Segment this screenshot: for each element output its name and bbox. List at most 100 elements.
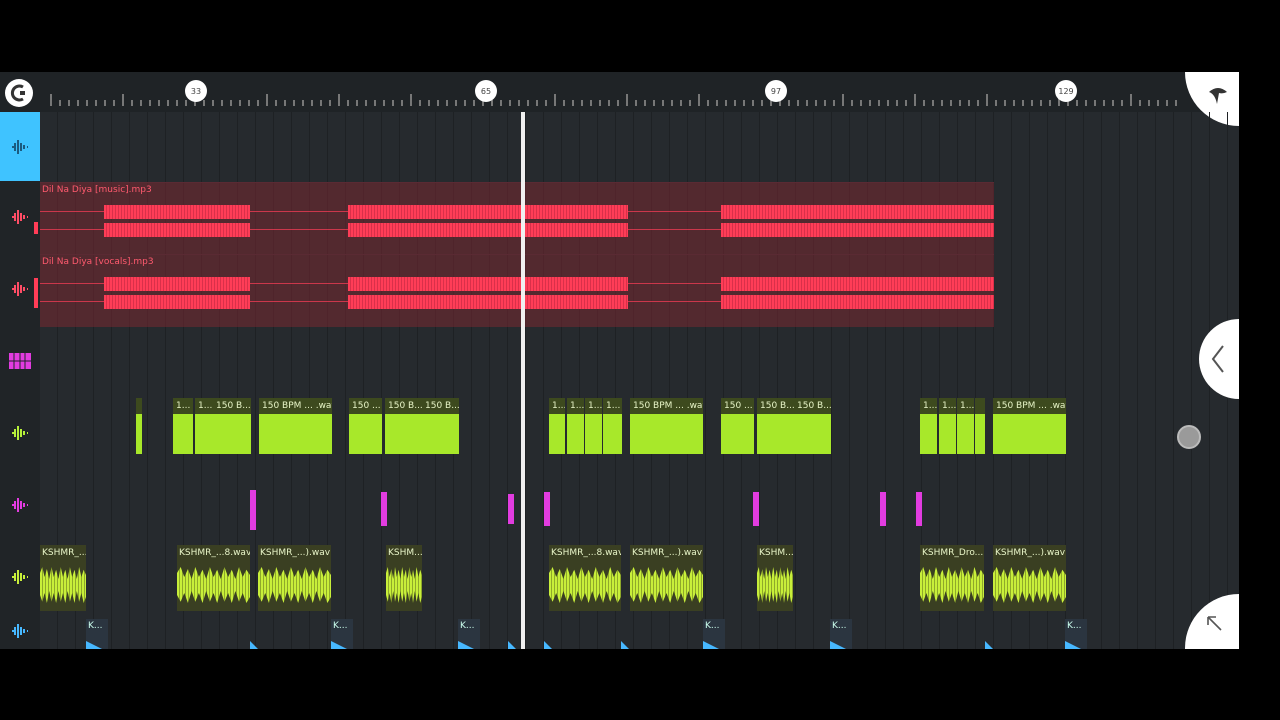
kick-clip[interactable]: K... bbox=[86, 619, 108, 649]
clip-label: 150 B... bbox=[757, 398, 794, 414]
kshmr-clip[interactable]: KSHM... bbox=[386, 545, 422, 611]
kick-clip[interactable]: K... bbox=[458, 619, 480, 649]
loop-clip[interactable]: 150 B... bbox=[757, 398, 794, 454]
loop-clip[interactable]: 150 BPM ... .wav bbox=[993, 398, 1066, 454]
clip-label: 150 ... bbox=[721, 398, 754, 414]
ruler-tick bbox=[167, 100, 169, 106]
kick-hit[interactable] bbox=[250, 641, 258, 649]
audio-clip-music[interactable]: Dil Na Diya [music].mp3 bbox=[40, 182, 994, 255]
kick-clip[interactable]: K... bbox=[703, 619, 725, 649]
ruler-tick bbox=[617, 100, 619, 106]
perc-hit[interactable] bbox=[916, 492, 922, 526]
loop-clip[interactable]: 1... bbox=[567, 398, 584, 454]
kshmr-clip[interactable]: KSHMR_...).wav bbox=[993, 545, 1066, 611]
loop-clip[interactable]: 150 BPM ... .wav bbox=[259, 398, 332, 454]
ruler-tick bbox=[428, 100, 430, 106]
kick-waveform bbox=[458, 641, 474, 649]
kick-hit[interactable] bbox=[544, 641, 552, 649]
track-music-button[interactable] bbox=[0, 181, 40, 253]
ruler-tick bbox=[131, 100, 133, 106]
ruler-tick bbox=[860, 100, 862, 106]
clip-waveform bbox=[258, 567, 331, 603]
track-loops-button[interactable] bbox=[0, 397, 40, 469]
perc-hit[interactable] bbox=[381, 492, 387, 526]
timeline-ruler[interactable]: 33 65 97 129 bbox=[0, 72, 1239, 112]
ruler-tick bbox=[185, 100, 187, 106]
ruler-tick bbox=[203, 100, 205, 106]
loop-clip[interactable]: 1... bbox=[195, 398, 215, 454]
kshmr-clip[interactable]: KSHMR_Dro... bbox=[920, 545, 984, 611]
snap-button[interactable] bbox=[5, 79, 33, 107]
perc-hit[interactable] bbox=[544, 492, 550, 526]
audio-clip-vocals[interactable]: Dil Na Diya [vocals].mp3 bbox=[40, 254, 994, 327]
ruler-tick bbox=[230, 100, 232, 106]
track-pattern-button[interactable] bbox=[0, 325, 40, 397]
playhead[interactable] bbox=[521, 112, 525, 649]
kick-clip[interactable]: K... bbox=[1065, 619, 1087, 649]
ruler-tick bbox=[761, 100, 763, 106]
loop-clip[interactable]: 1... bbox=[549, 398, 565, 454]
ruler-tick bbox=[401, 100, 403, 106]
loop-clip[interactable]: 150 B... bbox=[422, 398, 459, 454]
perc-hit[interactable] bbox=[880, 492, 886, 526]
loop-clip[interactable] bbox=[975, 398, 985, 454]
loop-clip[interactable]: 150 BPM ... .wav bbox=[630, 398, 703, 454]
kshmr-clip[interactable]: KSHMR_...).wav bbox=[258, 545, 331, 611]
arrow-up-left-icon bbox=[1207, 616, 1222, 631]
loop-clip[interactable]: 1... bbox=[603, 398, 622, 454]
perc-hit[interactable] bbox=[250, 490, 256, 530]
clip-waveform bbox=[993, 567, 1066, 603]
loop-clip[interactable]: 1... bbox=[920, 398, 937, 454]
chevron-left-icon bbox=[1211, 345, 1224, 373]
clip-label: Dil Na Diya [vocals].mp3 bbox=[42, 257, 154, 267]
loop-clip[interactable]: 1... bbox=[585, 398, 602, 454]
loop-clip[interactable]: 1... bbox=[939, 398, 956, 454]
clip-label: 150 BPM ... .wav bbox=[993, 398, 1066, 414]
loop-clip[interactable]: 150 B... bbox=[213, 398, 251, 454]
kshmr-clip[interactable]: KSHM... bbox=[757, 545, 793, 611]
perc-hit[interactable] bbox=[508, 494, 514, 524]
scroll-knob[interactable] bbox=[1177, 425, 1201, 449]
kshmr-clip[interactable]: KSHMR_... bbox=[40, 545, 86, 611]
track-selector-active[interactable] bbox=[0, 112, 40, 181]
clip-label: KSHM... bbox=[759, 548, 793, 558]
kick-waveform bbox=[86, 641, 102, 649]
loop-clip[interactable]: 150 ... bbox=[721, 398, 754, 454]
ruler-tick bbox=[68, 100, 70, 106]
ruler-tick bbox=[752, 100, 754, 106]
ruler-tick bbox=[1103, 100, 1105, 106]
pattern-grid-icon bbox=[9, 353, 31, 369]
ruler-tick bbox=[635, 100, 637, 106]
waveform-icon bbox=[12, 282, 28, 296]
track-kshmr-button[interactable] bbox=[0, 541, 40, 613]
kick-hit[interactable] bbox=[621, 641, 629, 649]
loop-clip[interactable]: 150 ... bbox=[349, 398, 382, 454]
kick-hit[interactable] bbox=[985, 641, 993, 649]
ruler-tick bbox=[950, 100, 952, 106]
perc-hit[interactable] bbox=[753, 492, 759, 526]
kick-hit[interactable] bbox=[508, 641, 516, 649]
track-kicks-button[interactable] bbox=[0, 613, 40, 649]
clip-label: KSHMR_...).wav bbox=[632, 548, 703, 558]
bar-marker-129[interactable]: 129 bbox=[1055, 80, 1077, 102]
clip-label: 150 ... bbox=[349, 398, 382, 414]
loop-clip[interactable]: 1... bbox=[173, 398, 193, 454]
bar-marker-97[interactable]: 97 bbox=[765, 80, 787, 102]
kshmr-clip[interactable]: KSHMR_...8.wav bbox=[177, 545, 250, 611]
kick-clip[interactable]: K... bbox=[331, 619, 353, 649]
loop-clip[interactable]: 150 B... bbox=[385, 398, 422, 454]
track-level-meter bbox=[34, 278, 38, 308]
ruler-tick bbox=[986, 94, 988, 106]
loop-clip[interactable]: 1... bbox=[957, 398, 974, 454]
track-perc-button[interactable] bbox=[0, 469, 40, 541]
kick-clip[interactable]: K... bbox=[830, 619, 852, 649]
bar-marker-33[interactable]: 33 bbox=[185, 80, 207, 102]
ruler-tick bbox=[311, 100, 313, 106]
loop-clip[interactable]: 150 B... bbox=[794, 398, 831, 454]
loop-clip[interactable] bbox=[136, 398, 142, 454]
kshmr-clip[interactable]: KSHMR_...8.wav bbox=[549, 545, 621, 611]
clip-waveform bbox=[757, 567, 793, 603]
kshmr-clip[interactable]: KSHMR_...).wav bbox=[630, 545, 703, 611]
bar-marker-65[interactable]: 65 bbox=[475, 80, 497, 102]
ruler-tick bbox=[833, 100, 835, 106]
